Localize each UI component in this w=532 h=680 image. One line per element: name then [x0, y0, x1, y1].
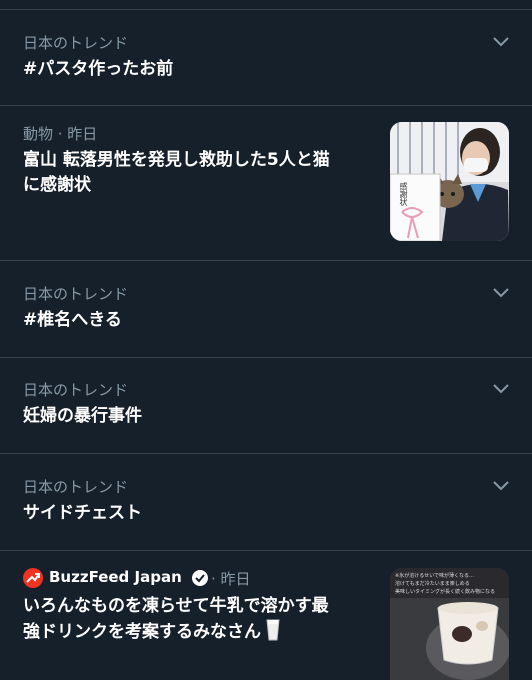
- source-time: · 昨日: [211, 570, 251, 588]
- trend-item-6[interactable]: BuzzFeed Japan · 昨日 いろんなものを凍らせて牛乳で溶かす最 強…: [0, 551, 532, 680]
- certificate-text: 感謝状: [399, 182, 408, 206]
- trend-title: サイドチェスト: [23, 503, 142, 523]
- trend-item-1[interactable]: 日本のトレンド #パスタ作ったお前: [0, 10, 532, 105]
- trend-item-2[interactable]: 動物 · 昨日 富山 転落男性を発見し救助した5人と猫 に感謝状 感謝状: [0, 106, 532, 260]
- verified-badge-icon: [192, 570, 208, 586]
- trend-title-line1: いろんなものを凍らせて牛乳で溶かす最: [23, 596, 329, 616]
- trend-title-line2-text: 強ドリンクを考案するみなさん: [23, 622, 261, 642]
- image-caption-line3: 美味しいタイミングが長く続く飲み物になる: [395, 589, 496, 595]
- buzzfeed-logo-icon: [23, 568, 43, 588]
- source-name[interactable]: BuzzFeed Japan: [49, 568, 182, 586]
- chevron-down-icon[interactable]: [492, 287, 510, 299]
- image-caption-line2: 溶けてもまだ冷たいまま楽しめる: [395, 581, 470, 587]
- milk-glass-icon: [266, 619, 280, 641]
- chevron-down-icon[interactable]: [492, 480, 510, 492]
- chevron-down-icon[interactable]: [492, 383, 510, 395]
- trend-meta: 日本のトレンド: [23, 381, 129, 399]
- trend-meta: 日本のトレンド: [23, 285, 129, 303]
- trend-title-line1: 富山 転落男性を発見し救助した5人と猫: [23, 150, 330, 170]
- trend-title-line2: 強ドリンクを考案するみなさん: [23, 619, 281, 645]
- trend-meta: 日本のトレンド: [23, 478, 129, 496]
- trend-title: 妊婦の暴行事件: [23, 406, 142, 426]
- trend-title: #パスタ作ったお前: [23, 59, 174, 79]
- news-thumbnail[interactable]: ※氷が溶けるせいで味が薄くなる… 溶けてもまだ冷たいまま楽しめる 美味しいタイミ…: [390, 568, 509, 680]
- trend-meta: 日本のトレンド: [23, 34, 129, 52]
- trend-title-line2: に感謝状: [23, 175, 91, 195]
- news-thumbnail[interactable]: 感謝状: [390, 122, 509, 241]
- image-caption-line1: ※氷が溶けるせいで味が薄くなる…: [395, 573, 475, 579]
- trend-item-3[interactable]: 日本のトレンド #椎名へきる: [0, 261, 532, 357]
- trend-item-4[interactable]: 日本のトレンド 妊婦の暴行事件: [0, 358, 532, 453]
- chevron-down-icon[interactable]: [492, 36, 510, 48]
- trend-item-5[interactable]: 日本のトレンド サイドチェスト: [0, 454, 532, 550]
- trend-title: #椎名へきる: [23, 310, 122, 330]
- trend-meta: 動物 · 昨日: [23, 125, 98, 143]
